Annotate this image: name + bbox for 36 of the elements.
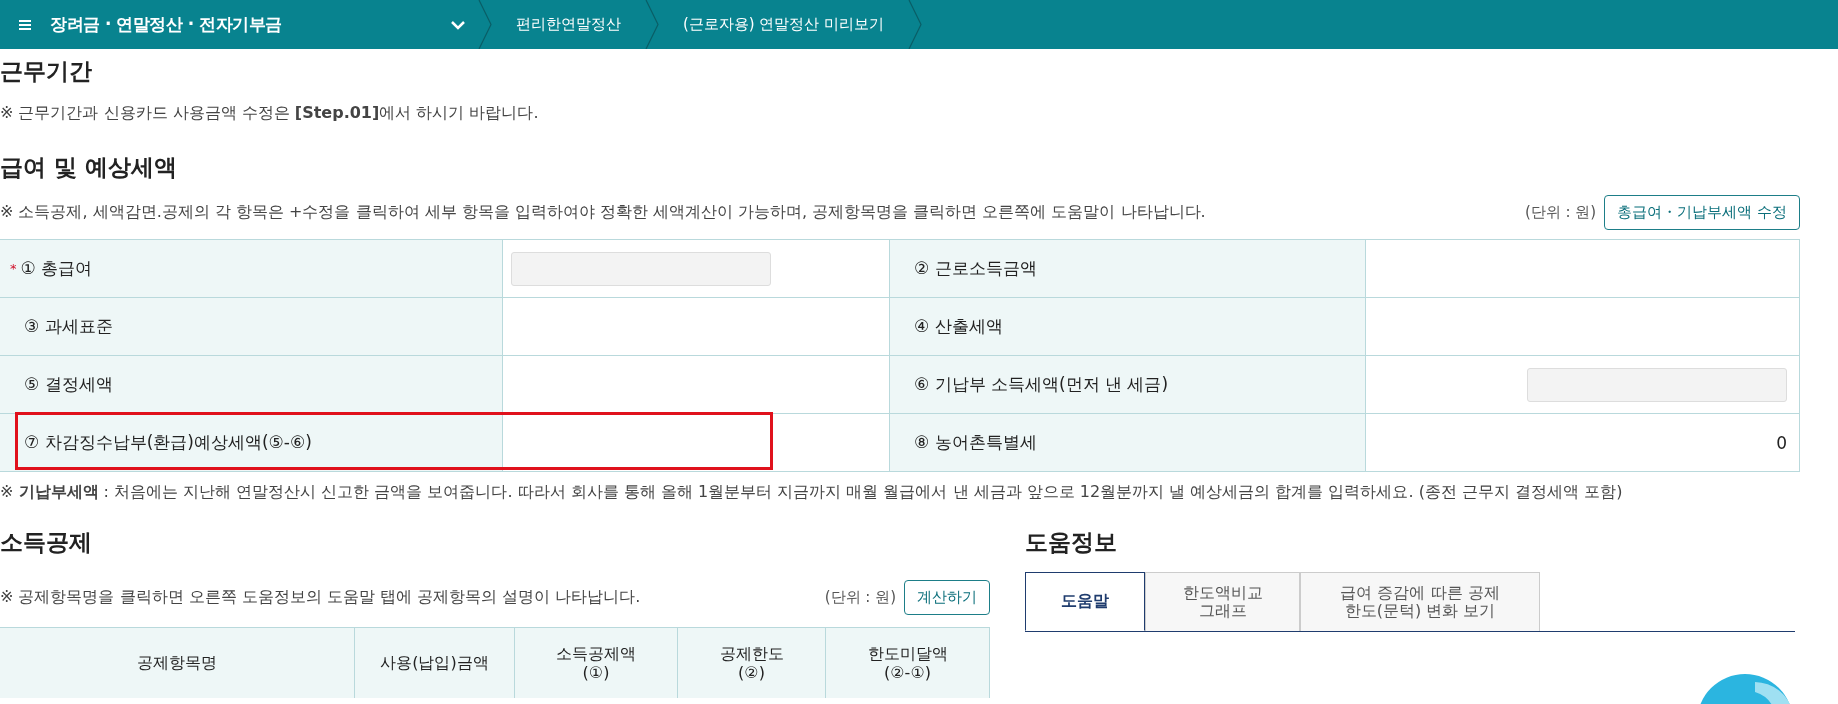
- note-text: ※ 기납부세액 : 처음에는 지난해 연말정산시 신고한 금액을 보여줍니다. 따라서 회사를 통해 올해 1월분부터 지금까지 매월 월급에서 낸 세금과 앞으로 12월분까지 낼 예상세금의 합계를 입력하세요. (종전 근무지 결정세액 포함): [0, 482, 1624, 503]
- row-label: ⑦ 차감징수납부(환급)예상세액(⑤-⑥): [0, 414, 503, 471]
- help-tab[interactable]: 급여 증감에 따른 공제 한도(문턱) 변화 보기: [1300, 572, 1540, 631]
- calculate-button[interactable]: 계산하기: [904, 580, 990, 615]
- chevron-icon: [478, 0, 492, 49]
- column-header: 한도미달액 (②-①): [826, 628, 990, 698]
- column-header: 공제한도 (②): [678, 628, 826, 698]
- section-heading: 도움정보: [1025, 528, 1118, 557]
- help-tab[interactable]: 도움말: [1025, 572, 1145, 631]
- column-header: 소득공제액 (①): [515, 628, 678, 698]
- row-label: ③ 과세표준: [0, 298, 503, 355]
- column-header: 공제항목명: [0, 628, 355, 698]
- section-heading: 급여 및 예상세액: [0, 153, 178, 182]
- help-tab[interactable]: 한도액비교 그래프: [1145, 572, 1300, 631]
- section-heading: 근무기간: [0, 57, 93, 86]
- row-label: ⑥ 기납부 소득세액(먼저 낸 세금): [890, 356, 1366, 413]
- note-text: ※ 공제항목명을 클릭하면 오른쪽 도움정보의 도움말 탭에 공제항목의 설명이 나타납니다.: [0, 587, 642, 608]
- row-label: ② 근로소득금액: [890, 240, 1366, 297]
- breadcrumb-link[interactable]: (근로자용) 연말정산 미리보기: [659, 15, 909, 34]
- row-label: ⑧ 농어촌특별세: [890, 414, 1366, 471]
- unit-label: (단위 : 원): [1524, 203, 1597, 222]
- section-heading: 소득공제: [0, 528, 93, 557]
- edit-button[interactable]: 총급여・기납부세액 수정: [1604, 195, 1800, 230]
- row-label: ④ 산출세액: [890, 298, 1366, 355]
- amount-value: 0: [1776, 432, 1787, 453]
- unit-label: (단위 : 원): [824, 588, 896, 607]
- row-label: * ① 총급여: [0, 240, 503, 297]
- note-text: ※ 근무기간과 신용카드 사용금액 수정은 [Step.01]에서 하시기 바랍니다.: [0, 103, 540, 124]
- row-label: ⑤ 결정세액: [0, 356, 503, 413]
- caret-icon[interactable]: [450, 19, 466, 30]
- nav-title[interactable]: 장려금 · 연말정산 · 전자기부금: [50, 13, 450, 36]
- breadcrumb-link[interactable]: 편리한연말정산: [492, 15, 645, 34]
- chevron-icon: [908, 0, 923, 49]
- note-text: ※ 소득공제, 세액감면.공제의 각 항목은 +수정을 클릭하여 세부 항목을 입력하여야 정확한 세액계산이 가능하며, 공제항목명을 클릭하면 오른쪽에 도움말이 나타납니다.: [0, 202, 1207, 223]
- chevron-icon: [645, 0, 659, 49]
- column-header: 사용(납입)금액: [355, 628, 515, 698]
